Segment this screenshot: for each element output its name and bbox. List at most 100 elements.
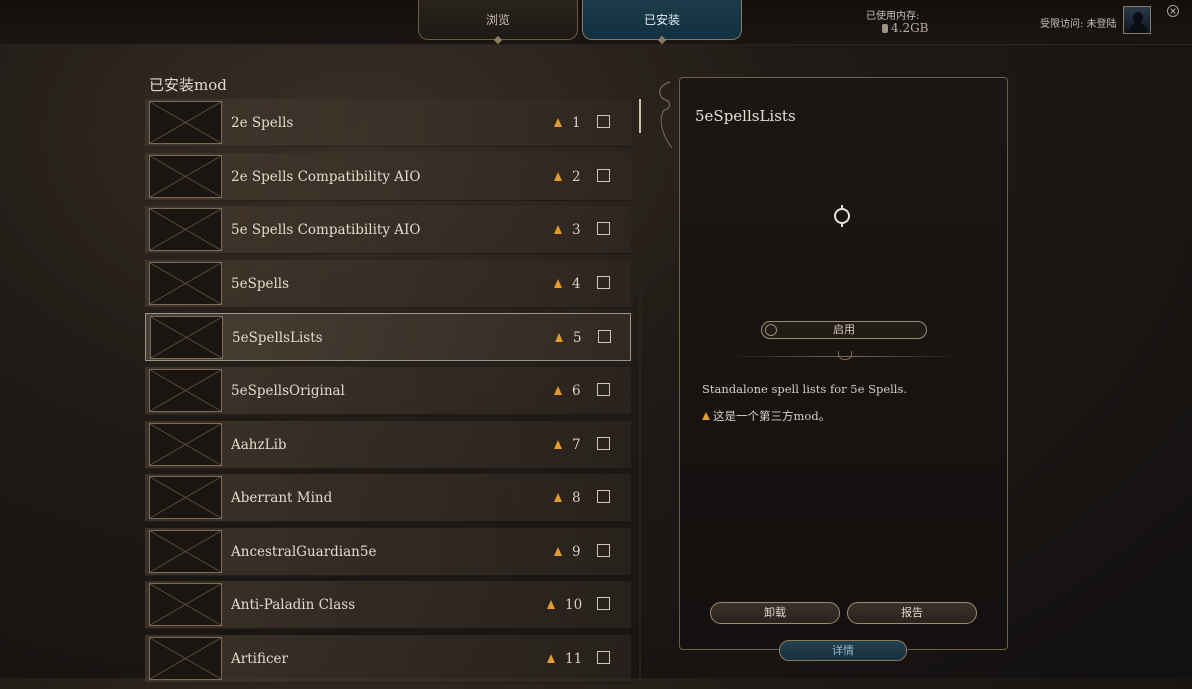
avatar[interactable] bbox=[1123, 6, 1151, 34]
mod-thumbnail-placeholder-icon bbox=[150, 316, 223, 360]
mod-thumbnail-placeholder-icon bbox=[149, 583, 222, 627]
mod-checkbox[interactable] bbox=[597, 597, 610, 611]
toggle-knob-icon bbox=[765, 324, 777, 336]
mod-load-order: 2 bbox=[572, 168, 581, 185]
warning-icon bbox=[554, 225, 562, 235]
warning-icon bbox=[702, 412, 710, 420]
mod-checkbox[interactable] bbox=[597, 115, 610, 128]
tab-ornament-icon bbox=[493, 35, 503, 45]
mod-thumbnail-placeholder-icon bbox=[149, 422, 222, 466]
scrollbar-thumb[interactable] bbox=[639, 99, 641, 133]
scrollbar-track[interactable] bbox=[639, 99, 641, 678]
ornament-icon bbox=[659, 81, 673, 149]
enable-toggle-label: 启用 bbox=[833, 323, 855, 336]
mod-row[interactable]: 2e Spells 1 bbox=[145, 99, 631, 147]
tab-installed-label: 已安装 bbox=[643, 13, 680, 27]
mod-checkbox[interactable] bbox=[597, 168, 610, 182]
mod-name: 5eSpellsLists bbox=[232, 330, 323, 347]
mod-load-order: 8 bbox=[572, 490, 581, 507]
details-button[interactable]: 详情 bbox=[779, 640, 907, 661]
storage-icon bbox=[882, 24, 888, 33]
memory-label: 已使用内存: bbox=[866, 11, 920, 22]
uninstall-button[interactable]: 卸载 bbox=[710, 602, 840, 624]
warning-icon bbox=[547, 600, 555, 610]
mod-checkbox[interactable] bbox=[597, 222, 610, 236]
mod-load-order: 9 bbox=[572, 543, 581, 560]
tab-ornament-icon bbox=[657, 35, 667, 45]
warning-icon bbox=[554, 546, 562, 556]
mod-row[interactable]: 5e Spells Compatibility AIO 3 bbox=[145, 206, 631, 255]
mod-row[interactable]: 5eSpells 4 bbox=[145, 259, 631, 308]
warning-icon bbox=[547, 653, 555, 663]
mod-name: Artificer bbox=[231, 650, 288, 667]
mod-thumbnail-placeholder-icon bbox=[149, 368, 222, 412]
detail-panel: 5eSpellsLists 启用 Standalone spell lists … bbox=[679, 77, 1008, 650]
mod-name: AahzLib bbox=[231, 436, 287, 453]
warning-icon bbox=[554, 439, 562, 449]
warning-icon bbox=[554, 385, 562, 395]
memory-value: 4.2GB bbox=[882, 21, 929, 35]
mod-checkbox[interactable] bbox=[598, 330, 611, 344]
loading-spinner-icon bbox=[834, 205, 850, 227]
mod-thumbnail-placeholder-icon bbox=[149, 154, 222, 198]
third-party-text: 这是一个第三方mod。 bbox=[713, 409, 831, 423]
mod-thumbnail-placeholder-icon bbox=[149, 208, 222, 252]
mod-row[interactable]: 5eSpellsLists 5 bbox=[145, 313, 631, 362]
mod-name: AncestralGuardian5e bbox=[231, 543, 377, 560]
mod-name: 5eSpellsOriginal bbox=[231, 382, 345, 399]
mod-description: Standalone spell lists for 5e Spells. bbox=[702, 382, 908, 396]
memory-value-text: 4.2GB bbox=[891, 21, 929, 35]
mod-name: 2e Spells Compatibility AIO bbox=[231, 168, 421, 185]
mod-row[interactable]: Anti-Paladin Class 10 bbox=[145, 581, 631, 630]
warning-icon bbox=[554, 493, 562, 503]
mod-load-order: 6 bbox=[572, 382, 581, 399]
close-icon[interactable]: × bbox=[1167, 5, 1179, 17]
warning-icon bbox=[554, 118, 562, 127]
tab-browse[interactable]: 浏览 bbox=[418, 0, 578, 45]
mod-load-order: 11 bbox=[565, 650, 583, 667]
mod-thumbnail-placeholder-icon bbox=[149, 636, 222, 680]
mod-load-order: 1 bbox=[572, 115, 581, 131]
mod-thumbnail-placeholder-icon bbox=[149, 101, 222, 144]
warning-icon bbox=[555, 333, 563, 343]
mod-row[interactable]: 2e Spells Compatibility AIO 2 bbox=[145, 152, 631, 201]
mod-list: 2e Spells 1 2e Spells Compatibility AIO 2 5e… bbox=[145, 99, 631, 689]
third-party-note: 这是一个第三方mod。 bbox=[702, 408, 830, 424]
report-button[interactable]: 报告 bbox=[847, 602, 977, 624]
mod-name: 2e Spells bbox=[231, 115, 294, 131]
mod-name: Aberrant Mind bbox=[231, 490, 333, 507]
warning-icon bbox=[554, 171, 562, 181]
tab-browse-label: 浏览 bbox=[485, 13, 510, 27]
mod-thumbnail-placeholder-icon bbox=[149, 261, 222, 305]
mod-row[interactable]: 5eSpellsOriginal 6 bbox=[145, 366, 631, 415]
mod-name: 5e Spells Compatibility AIO bbox=[231, 222, 421, 239]
mod-load-order: 7 bbox=[572, 436, 581, 453]
avatar-body-icon bbox=[1129, 23, 1147, 33]
mod-checkbox[interactable] bbox=[597, 490, 610, 504]
mod-row[interactable]: Aberrant Mind 8 bbox=[145, 474, 631, 523]
detail-title: 5eSpellsLists bbox=[695, 107, 796, 125]
mod-name: Anti-Paladin Class bbox=[231, 597, 356, 614]
tab-installed[interactable]: 已安装 bbox=[582, 0, 742, 45]
enable-toggle[interactable]: 启用 bbox=[761, 321, 927, 339]
mod-name: 5eSpells bbox=[231, 275, 290, 292]
mod-checkbox[interactable] bbox=[597, 275, 610, 289]
mod-row[interactable]: AahzLib 7 bbox=[145, 420, 631, 469]
mod-load-order: 3 bbox=[572, 222, 581, 239]
mod-checkbox[interactable] bbox=[597, 650, 610, 664]
divider-ornament-icon bbox=[838, 351, 852, 360]
mod-thumbnail-placeholder-icon bbox=[149, 476, 222, 520]
mod-checkbox[interactable] bbox=[597, 436, 610, 450]
top-bar: 浏览 已安装 已使用内存: 4.2GB 受限访问: 未登陆 × bbox=[0, 0, 1192, 45]
mod-load-order: 10 bbox=[565, 597, 583, 614]
section-title: 已安装mod bbox=[149, 76, 227, 94]
mod-load-order: 5 bbox=[573, 330, 582, 347]
mod-row[interactable]: Artificer 11 bbox=[145, 634, 631, 683]
mod-checkbox[interactable] bbox=[597, 382, 610, 396]
warning-icon bbox=[554, 278, 562, 288]
account-status: 受限访问: 未登陆 bbox=[1040, 19, 1117, 30]
mod-checkbox[interactable] bbox=[597, 543, 610, 557]
mod-load-order: 4 bbox=[572, 275, 581, 292]
mod-row[interactable]: AncestralGuardian5e 9 bbox=[145, 527, 631, 576]
mod-thumbnail-placeholder-icon bbox=[149, 529, 222, 573]
